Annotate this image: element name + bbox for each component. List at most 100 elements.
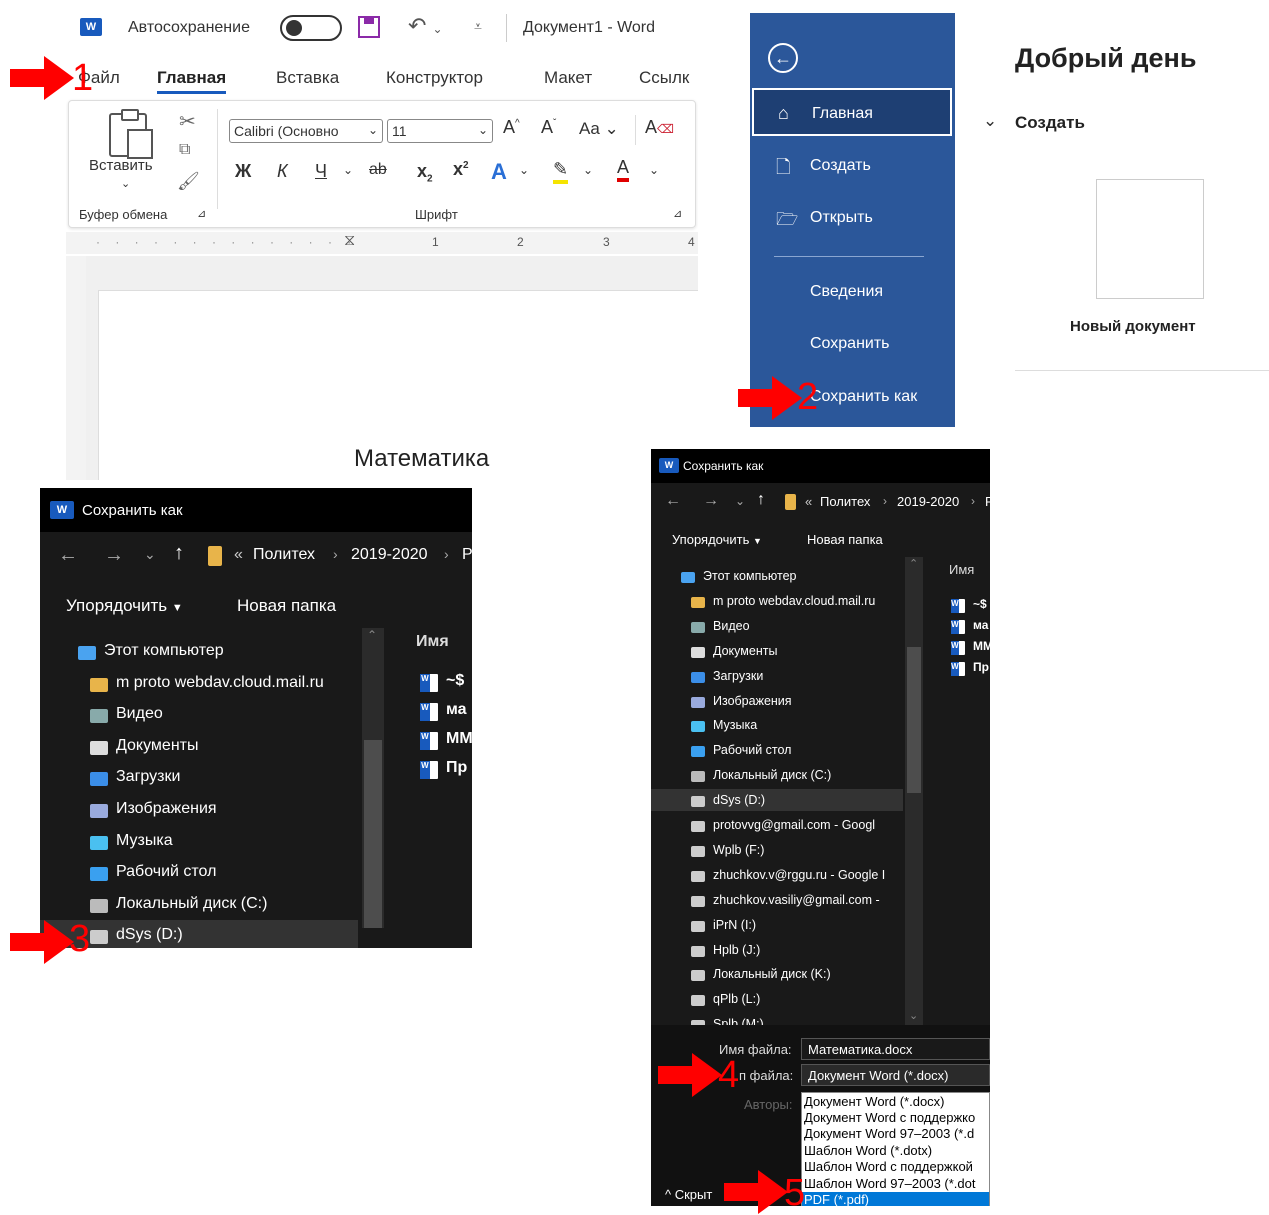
- scroll-thumb[interactable]: [364, 740, 382, 928]
- document-body-text[interactable]: Математика: [354, 445, 489, 473]
- tree-item[interactable]: m proto webdav.cloud.mail.ru: [713, 594, 875, 608]
- tree-item[interactable]: Рабочий стол: [116, 863, 216, 881]
- scroll-up-icon[interactable]: ⌃: [367, 628, 377, 642]
- tab-insert[interactable]: Вставка: [276, 68, 339, 88]
- tab-references[interactable]: Ссылк: [639, 68, 689, 88]
- tree-item[interactable]: Видео: [713, 619, 750, 633]
- chevron-down-icon[interactable]: ⌄: [983, 111, 997, 131]
- forward-arrow-icon[interactable]: →: [104, 544, 124, 567]
- recent-dropdown-icon[interactable]: ⌄: [144, 546, 156, 563]
- font-color-dropdown-icon[interactable]: ⌄: [649, 163, 659, 177]
- tree-item[interactable]: dSys (D:): [116, 926, 183, 944]
- cut-icon[interactable]: ✂: [179, 109, 196, 134]
- scroll-down-icon[interactable]: ⌄: [909, 1009, 918, 1022]
- tree-item[interactable]: Этот компьютер: [703, 569, 796, 583]
- subscript-button[interactable]: x2: [417, 161, 433, 185]
- file-name[interactable]: ММ: [973, 639, 990, 653]
- tree-item[interactable]: Загрузки: [713, 669, 763, 683]
- underline-dropdown-icon[interactable]: ⌄: [343, 163, 353, 177]
- paste-clipboard-icon[interactable]: [109, 109, 153, 159]
- file-name[interactable]: ММ: [446, 730, 472, 748]
- scroll-up-icon[interactable]: ⌃: [909, 557, 918, 570]
- nav-item-open[interactable]: 🗁 Открыть: [750, 194, 955, 242]
- italic-button[interactable]: К: [277, 161, 288, 182]
- tree-item[interactable]: Локальный диск (C:): [713, 768, 831, 782]
- autosave-toggle[interactable]: [280, 15, 342, 41]
- tree-item[interactable]: iPrN (I:): [713, 918, 756, 932]
- file-name[interactable]: Пр: [446, 759, 467, 777]
- bold-button[interactable]: Ж: [235, 161, 251, 182]
- grow-font-icon[interactable]: A^: [503, 117, 520, 138]
- tree-item[interactable]: Музыка: [116, 832, 173, 850]
- nav-item-info[interactable]: Сведения: [750, 268, 955, 316]
- tree-item[interactable]: Документы: [713, 644, 777, 658]
- strikethrough-button[interactable]: ab: [369, 161, 387, 179]
- font-color-icon[interactable]: A: [617, 157, 630, 182]
- recent-dropdown-icon[interactable]: ⌄: [735, 494, 745, 508]
- back-arrow-icon[interactable]: ←: [665, 492, 681, 510]
- nav-item-save[interactable]: Сохранить: [750, 320, 955, 368]
- tree-item[interactable]: dSys (D:): [713, 793, 765, 807]
- filetype-option[interactable]: Шаблон Word с поддержкой: [804, 1159, 973, 1174]
- filetype-option[interactable]: Документ Word с поддержко: [804, 1110, 975, 1125]
- back-arrow-icon[interactable]: ←: [58, 544, 78, 567]
- filetype-option[interactable]: Шаблон Word (*.dotx): [804, 1143, 932, 1158]
- scroll-thumb[interactable]: [907, 647, 921, 793]
- tree-item[interactable]: Загрузки: [116, 768, 180, 786]
- format-painter-icon[interactable]: 🖌: [177, 171, 200, 192]
- clipboard-launcher-icon[interactable]: ⊿: [197, 207, 206, 220]
- tree-item[interactable]: Изображения: [713, 694, 792, 708]
- tree-item[interactable]: zhuchkov.vasiliy@gmail.com -: [713, 893, 880, 907]
- tree-item[interactable]: Hplb (J:): [713, 943, 760, 957]
- indent-marker-icon[interactable]: ⧖: [344, 232, 355, 250]
- text-effects-icon[interactable]: A: [491, 159, 507, 185]
- hide-folders-button[interactable]: ^ Скрыт: [665, 1187, 712, 1202]
- new-document-label[interactable]: Новый документ: [1070, 318, 1196, 335]
- breadcrumb-item[interactable]: Политех: [820, 494, 870, 509]
- filetype-option[interactable]: Шаблон Word 97–2003 (*.dot: [804, 1176, 976, 1191]
- file-name[interactable]: ~$: [446, 672, 464, 690]
- new-folder-button[interactable]: Новая папка: [237, 596, 336, 616]
- tree-item[interactable]: Wplb (F:): [713, 843, 764, 857]
- tree-item[interactable]: Документы: [116, 737, 198, 755]
- tree-item[interactable]: zhuchkov.v@rggu.ru - Google I: [713, 868, 885, 882]
- tab-home[interactable]: Главная: [157, 68, 227, 94]
- copy-icon[interactable]: ⧉: [179, 141, 190, 159]
- breadcrumb-item[interactable]: 2019-2020: [351, 546, 428, 564]
- back-arrow-icon[interactable]: ←: [768, 43, 798, 73]
- shrink-font-icon[interactable]: Aˇ: [541, 117, 556, 138]
- column-header-name[interactable]: Имя: [949, 562, 974, 577]
- tree-item[interactable]: Локальный диск (K:): [713, 967, 831, 981]
- breadcrumb-item[interactable]: Р: [985, 494, 990, 509]
- save-icon[interactable]: [358, 16, 380, 38]
- tree-item[interactable]: qPlb (L:): [713, 992, 760, 1006]
- font-name-box[interactable]: Calibri (Основно ⌄: [229, 119, 383, 143]
- column-header-name[interactable]: Имя: [416, 633, 449, 651]
- nav-item-new[interactable]: 🗋 Создать: [750, 142, 955, 190]
- breadcrumb-item[interactable]: Р: [462, 546, 472, 564]
- forward-arrow-icon[interactable]: →: [703, 492, 719, 510]
- create-heading[interactable]: Создать: [1015, 113, 1085, 133]
- superscript-button[interactable]: x2: [453, 159, 469, 180]
- file-name[interactable]: Пр: [973, 660, 989, 674]
- tree-item[interactable]: Этот компьютер: [104, 642, 224, 660]
- filetype-select[interactable]: Документ Word (*.docx): [801, 1064, 990, 1086]
- breadcrumb-item[interactable]: 2019-2020: [897, 494, 959, 509]
- paste-dropdown-icon[interactable]: ⌄: [121, 177, 130, 190]
- filename-input[interactable]: Математика.docx: [801, 1038, 990, 1060]
- font-size-box[interactable]: 11 ⌄: [387, 119, 493, 143]
- clear-formatting-icon[interactable]: A⌫: [645, 117, 674, 138]
- tree-item[interactable]: Рабочий стол: [713, 743, 791, 757]
- file-name[interactable]: ~$: [973, 597, 987, 611]
- tree-item[interactable]: Видео: [116, 705, 163, 723]
- tree-item[interactable]: Музыка: [713, 718, 757, 732]
- organize-button[interactable]: Упорядочить ▼: [672, 532, 762, 547]
- tab-design[interactable]: Конструктор: [386, 68, 483, 88]
- breadcrumb-overflow-icon[interactable]: «: [234, 546, 243, 564]
- underline-button[interactable]: Ч: [315, 161, 327, 182]
- tree-item[interactable]: Локальный диск (C:): [116, 895, 267, 913]
- highlight-icon[interactable]: ✎: [553, 159, 569, 184]
- tree-item[interactable]: Изображения: [116, 800, 217, 818]
- customize-toolbar-icon[interactable]: ⩡: [474, 18, 482, 35]
- change-case-button[interactable]: Aa ⌄: [579, 119, 619, 139]
